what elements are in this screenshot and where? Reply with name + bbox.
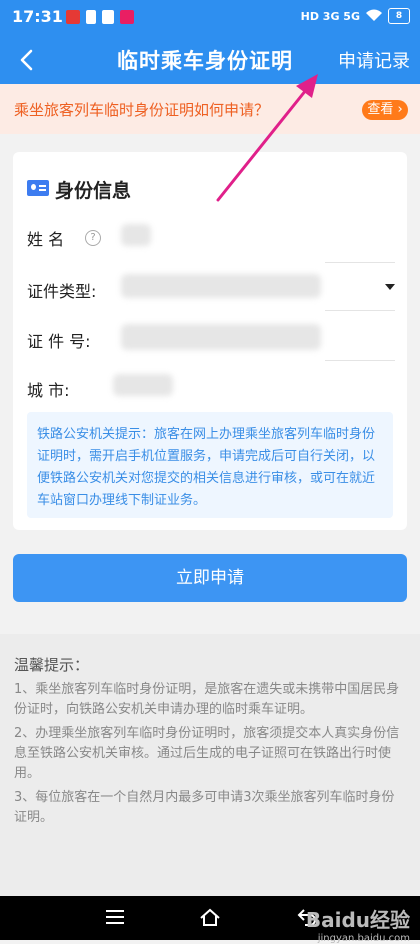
chevron-right-icon: ›	[393, 102, 403, 117]
page-title: 临时乘车身份证明	[117, 49, 293, 73]
id-type-label: 证件类型:	[27, 282, 97, 301]
notification-app-icon	[66, 10, 80, 24]
notice-bar[interactable]: 乘坐旅客列车临时身份证明如何申请？ 查看 ›	[0, 84, 420, 134]
id-type-select[interactable]	[121, 274, 321, 298]
application-records-link[interactable]: 申请记录	[338, 47, 410, 73]
menu-icon[interactable]	[104, 906, 126, 932]
police-tip-text: 铁路公安机关提示：旅客在网上办理乘坐旅客列车临时身份证明时，需开启手机位置服务，…	[37, 427, 376, 508]
home-icon[interactable]	[198, 905, 222, 933]
status-indicators: HD 3G 5G 8	[301, 8, 410, 24]
notification-app-icon	[86, 10, 96, 24]
status-bar: 17:31 HD 3G 5G 8	[0, 0, 420, 36]
id-number-label: 证 件 号:	[27, 332, 91, 351]
back-button[interactable]	[10, 42, 46, 78]
card-title: 身份信息	[55, 180, 132, 202]
notification-app-icon	[120, 10, 134, 24]
help-icon[interactable]: ?	[85, 230, 101, 246]
view-button-label: 查看	[367, 102, 394, 117]
warm-tip-item: 1、乘坐旅客列车临时身份证明，是旅客在遗失或未携带中国居民身份证时，向铁路公安机…	[14, 682, 400, 717]
watermark-url: jingyan.baidu.com	[317, 933, 410, 944]
warm-tip-item: 2、办理乘坐旅客列车临时身份证明时，旅客须提交本人真实身份信息至铁路公安机关审核…	[14, 726, 400, 781]
notification-app-icon	[102, 10, 114, 24]
name-field[interactable]	[121, 224, 151, 246]
name-label: 姓 名	[27, 230, 65, 249]
status-time: 17:31	[12, 7, 63, 26]
system-nav-bar: Baidu经验 jingyan.baidu.com	[0, 896, 420, 944]
view-button[interactable]: 查看 ›	[362, 100, 408, 120]
notice-text[interactable]: 乘坐旅客列车临时身份证明如何申请？	[14, 99, 269, 120]
field-underline	[325, 262, 395, 263]
network-indicator: HD 3G 5G	[300, 9, 360, 23]
warm-tip-item: 3、每位旅客在一个自然月内最多可申请3次乘坐旅客列车临时身份证明。	[14, 790, 395, 825]
back-arrow-icon	[20, 49, 33, 71]
wifi-icon	[366, 9, 382, 24]
city-field[interactable]	[113, 374, 173, 396]
apply-now-button[interactable]: 立即申请	[13, 554, 407, 602]
identity-info-card: 身份信息 姓 名 ? 证件类型: 证 件 号: 城 市: 铁路公安机关提示：旅客…	[13, 152, 407, 530]
field-underline	[325, 310, 395, 311]
warm-tips-title: 温馨提示：	[14, 656, 90, 674]
id-number-field[interactable]	[121, 324, 321, 350]
app-header: 临时乘车身份证明 申请记录	[0, 36, 420, 84]
dropdown-caret-icon[interactable]	[385, 284, 395, 290]
id-card-icon	[27, 180, 49, 196]
watermark: Baidu经验 jingyan.baidu.com	[306, 904, 410, 944]
field-underline	[325, 360, 395, 361]
warm-tips-section: 温馨提示： 1、乘坐旅客列车临时身份证明，是旅客在遗失或未携带中国居民身份证时，…	[0, 634, 420, 896]
battery-icon: 8	[388, 8, 410, 24]
police-tip-box: 铁路公安机关提示：旅客在网上办理乘坐旅客列车临时身份证明时，需开启手机位置服务，…	[27, 412, 393, 518]
city-label: 城 市:	[27, 381, 70, 400]
watermark-brand: Baidu经验	[305, 908, 410, 932]
